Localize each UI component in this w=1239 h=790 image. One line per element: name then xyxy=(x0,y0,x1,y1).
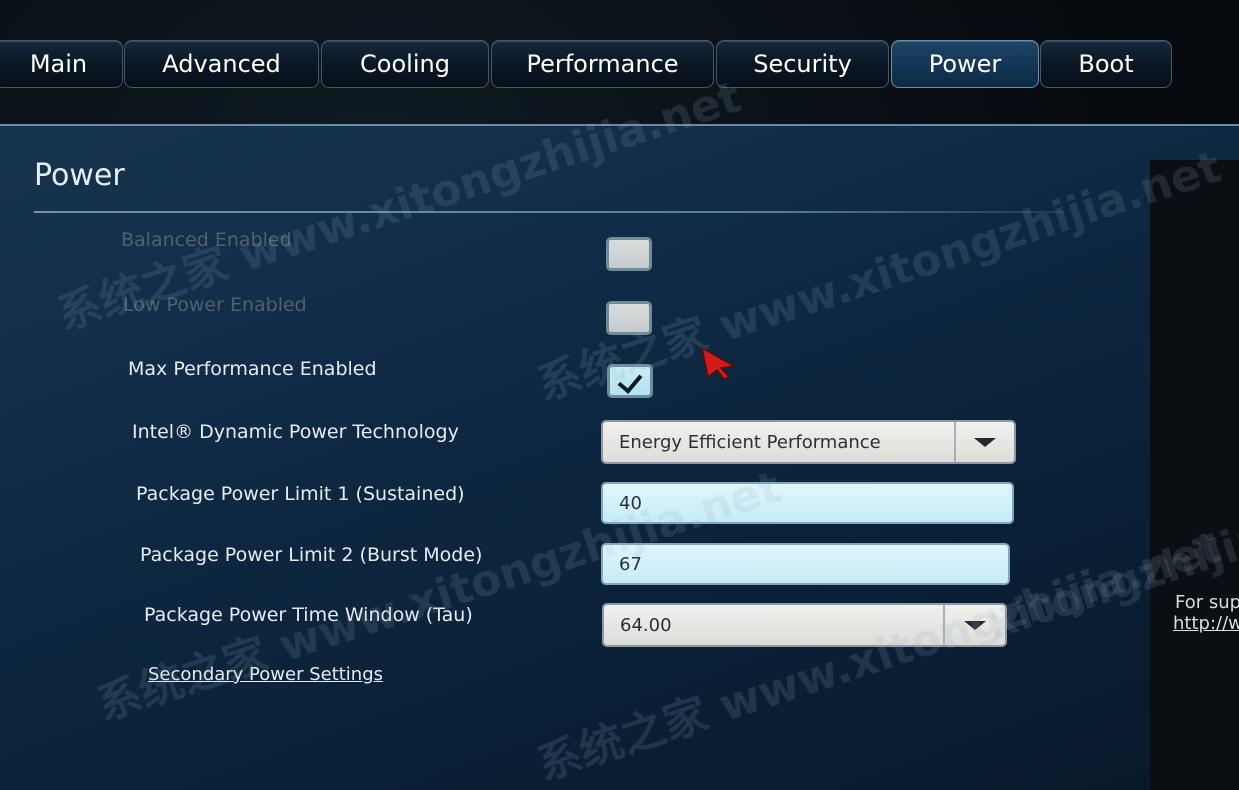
tau-label: Package Power Time Window (Tau) xyxy=(144,604,473,626)
chevron-down-icon xyxy=(974,437,996,447)
pl2-label: Package Power Limit 2 (Burst Mode) xyxy=(140,544,483,566)
pl2-input[interactable]: 67 xyxy=(601,543,1010,585)
dynamic-power-value: Energy Efficient Performance xyxy=(619,431,881,453)
title-divider xyxy=(34,211,1064,213)
pl2-value: 67 xyxy=(619,553,642,575)
pl1-value: 40 xyxy=(619,492,642,514)
tab-security[interactable]: Security xyxy=(716,40,889,88)
dynamic-power-label: Intel® Dynamic Power Technology xyxy=(132,421,459,443)
max-performance-enabled-checkbox[interactable] xyxy=(607,364,653,398)
help-side-panel xyxy=(1150,160,1239,790)
dynamic-power-select[interactable]: Energy Efficient Performance xyxy=(601,420,1016,464)
tab-boot[interactable]: Boot xyxy=(1040,40,1172,88)
tab-bar: Main Advanced Cooling Performance Securi… xyxy=(0,0,1239,125)
bios-screen: Main Advanced Cooling Performance Securi… xyxy=(0,0,1239,790)
tab-performance[interactable]: Performance xyxy=(491,40,714,88)
tab-power[interactable]: Power xyxy=(891,40,1039,88)
arrow-cursor-icon xyxy=(700,346,737,380)
pl1-input[interactable]: 40 xyxy=(601,482,1014,524)
page-title: Power xyxy=(34,158,125,193)
help-link[interactable]: http://w xyxy=(1173,613,1239,634)
secondary-power-settings-link[interactable]: Secondary Power Settings xyxy=(148,664,383,685)
tab-main[interactable]: Main xyxy=(0,40,123,88)
tab-cooling[interactable]: Cooling xyxy=(321,40,489,88)
max-performance-enabled-label: Max Performance Enabled xyxy=(128,358,377,380)
dynamic-power-dropdown-button[interactable] xyxy=(954,422,1014,462)
tau-select[interactable]: 64.00 xyxy=(602,603,1007,647)
low-power-enabled-checkbox[interactable] xyxy=(606,301,652,335)
balanced-enabled-label: Balanced Enabled xyxy=(121,229,292,251)
low-power-enabled-label: Low Power Enabled xyxy=(123,294,307,316)
help-text: For sup xyxy=(1175,592,1239,613)
balanced-enabled-checkbox[interactable] xyxy=(606,237,652,271)
tau-value: 64.00 xyxy=(620,614,672,636)
tau-dropdown-button[interactable] xyxy=(943,605,1005,645)
pl1-label: Package Power Limit 1 (Sustained) xyxy=(136,483,465,505)
chevron-down-icon xyxy=(964,620,986,630)
tab-advanced[interactable]: Advanced xyxy=(124,40,319,88)
